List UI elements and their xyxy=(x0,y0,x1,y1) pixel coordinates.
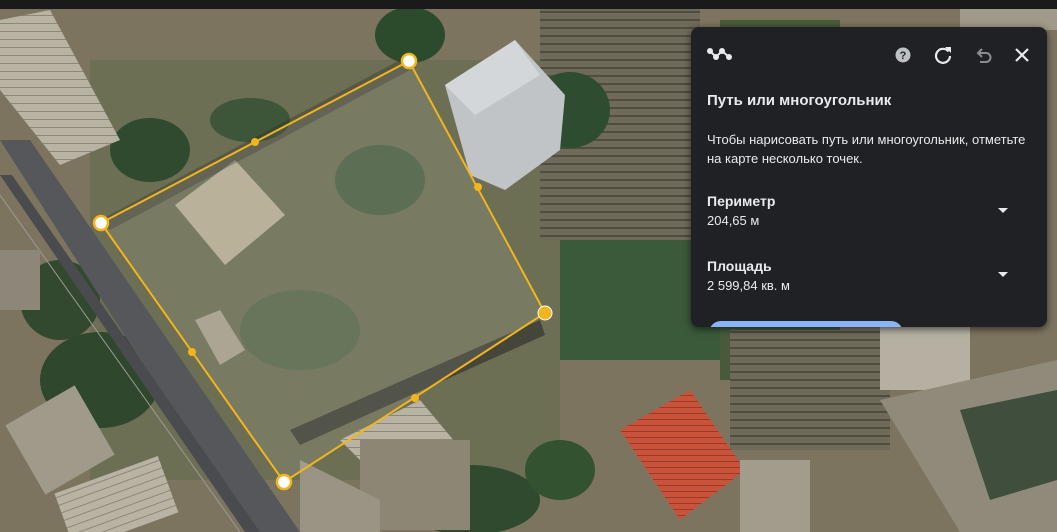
polygon-midpoint-handle[interactable] xyxy=(474,183,482,191)
panel-action-button[interactable] xyxy=(709,321,903,327)
undo-icon[interactable] xyxy=(971,43,995,67)
chevron-down-icon[interactable] xyxy=(993,265,1013,285)
polygon-vertex-handle[interactable] xyxy=(275,473,293,491)
help-icon[interactable]: ? xyxy=(891,43,915,67)
area-value: 2 599,84 кв. м xyxy=(707,278,790,293)
polygon-vertex-handle[interactable] xyxy=(400,52,418,70)
perimeter-label: Периметр xyxy=(707,193,776,209)
top-bar xyxy=(0,0,1057,9)
polygon-midpoint-handle[interactable] xyxy=(188,348,196,356)
polygon-vertex-handle-active[interactable] xyxy=(537,305,553,321)
panel-description: Чтобы нарисовать путь или многоугольник,… xyxy=(707,132,1026,166)
refresh-icon[interactable] xyxy=(931,43,955,67)
close-icon[interactable] xyxy=(1010,43,1034,67)
polygon-vertex-handle[interactable] xyxy=(92,214,110,232)
polygon-midpoint-handle[interactable] xyxy=(411,394,419,402)
perimeter-value: 204,65 м xyxy=(707,213,760,228)
path-measure-icon xyxy=(707,43,733,65)
panel-title: Путь или многоугольник xyxy=(707,92,892,109)
area-label: Площадь xyxy=(707,258,772,274)
svg-text:?: ? xyxy=(900,50,907,62)
polygon-midpoint-handle[interactable] xyxy=(251,138,259,146)
measure-panel: ? Путь или многоугольник Чтобы нарисоват… xyxy=(691,27,1047,327)
chevron-down-icon[interactable] xyxy=(993,201,1013,221)
